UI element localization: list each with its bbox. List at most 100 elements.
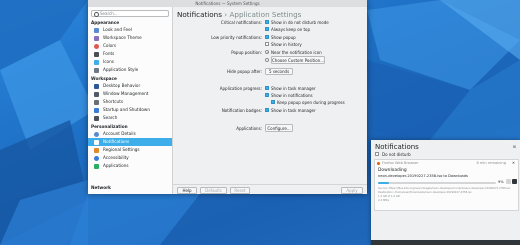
configure-applications-button[interactable]: Configure... [265, 124, 293, 132]
notifications-panel-title: Notifications [375, 143, 419, 151]
sidebar-item-fonts[interactable]: Fonts [88, 50, 172, 58]
sidebar-item-desktop-behavior[interactable]: Desktop Behavior [88, 82, 172, 90]
choose-custom-position-button[interactable]: Choose Custom Position... [271, 56, 325, 64]
window-titlebar[interactable]: Notifications — System Settings [88, 0, 367, 7]
reset-label: Reset [234, 188, 246, 193]
sidebar-item-window-management[interactable]: Window Management [88, 90, 172, 98]
desktop-behavior-icon [94, 83, 99, 89]
window-management-icon [94, 91, 99, 97]
download-progress-fill [378, 182, 389, 184]
custom-position-button-label: Choose Custom Position... [272, 58, 325, 63]
pin-icon[interactable]: ⊞ [513, 144, 516, 149]
icons-icon [94, 59, 99, 65]
application-style-icon [94, 67, 99, 73]
applications-label: Applications: [236, 126, 262, 131]
sidebar-item-shortcuts[interactable]: Shortcuts [88, 98, 172, 106]
sidebar-item-regional-settings[interactable]: Regional Settings [88, 146, 172, 154]
sidebar-item-applications[interactable]: Applications [88, 162, 172, 170]
hide-popup-spinbox[interactable]: 5 seconds [265, 68, 293, 75]
download-notification: Firefox Web Browser 6 min remaining ✕ Do… [374, 159, 519, 211]
always-on-top-checkbox[interactable] [265, 27, 269, 31]
badges-taskmanager-option: Show in task manager [271, 108, 316, 113]
popup-position-label: Popup position: [231, 50, 262, 55]
notification-detail-source: Source: https://files.kde.org/neon/image… [378, 187, 511, 190]
firefox-icon [377, 162, 380, 165]
show-in-history-checkbox[interactable] [265, 42, 269, 46]
notifications-panel: Notifications ⊞ Do not disturb Firefox W… [371, 140, 520, 245]
regional-settings-icon [94, 147, 99, 153]
fonts-icon [94, 51, 99, 57]
sidebar-item-colors[interactable]: Colors [88, 42, 172, 50]
workspace-theme-icon [94, 35, 99, 41]
progress-taskmanager-checkbox[interactable] [265, 86, 269, 90]
sidebar-item-workspace-theme[interactable]: Workspace Theme [88, 34, 172, 42]
notifications-icon [94, 139, 99, 145]
search-icon [94, 12, 99, 17]
low-priority-label: Low priority notifications: [211, 35, 262, 40]
sidebar-item-icons[interactable]: Icons [88, 58, 172, 66]
help-button[interactable]: Help [177, 187, 197, 194]
sidebar-item-accessibility[interactable]: Accessibility [88, 154, 172, 162]
colors-icon [94, 43, 99, 49]
system-tray [371, 240, 520, 245]
defaults-label: Defaults [205, 188, 222, 193]
dnd-checkbox[interactable] [375, 152, 379, 156]
shortcuts-icon [94, 99, 99, 105]
defaults-button[interactable]: Defaults [200, 187, 227, 194]
configure-button-label: Configure... [267, 126, 291, 131]
show-popup-option: Show popup [271, 35, 296, 40]
sidebar-item-look-and-feel[interactable]: Look and Feel [88, 26, 172, 34]
apply-label: Apply [346, 188, 358, 193]
window-title: Notifications — System Settings [195, 1, 260, 6]
sidebar-item-notifications[interactable]: Notifications [88, 138, 172, 146]
progress-taskmanager-option: Show in task manager [271, 86, 316, 91]
show-popup-checkbox[interactable] [265, 35, 269, 39]
search-placeholder: Search... [100, 11, 118, 16]
system-settings-window: Notifications — System Settings Search..… [88, 0, 367, 194]
badges-label: Notification badges: [221, 108, 262, 113]
keep-popup-open-option: Keep popup open during progress [277, 100, 345, 105]
reset-button[interactable]: Reset [230, 187, 250, 194]
notification-detail-destination: Destination: /home/user/Downloads/neon-d… [378, 191, 472, 194]
sidebar-item-startup-shutdown[interactable]: Startup and Shutdown [88, 106, 172, 114]
sidebar-search-input[interactable]: Search... [91, 10, 169, 17]
settings-sidebar: Search... Appearance Look and Feel Works… [88, 7, 173, 194]
hide-popup-label: Hide popup after: [226, 69, 262, 74]
near-icon-radio[interactable] [265, 50, 269, 54]
cancel-download-button[interactable] [512, 179, 517, 184]
critical-notifications-label: Critical notifications: [220, 20, 262, 25]
notification-time: 6 min remaining [476, 161, 507, 165]
accessibility-icon [94, 155, 99, 161]
custom-position-radio[interactable] [265, 58, 269, 62]
notification-detail-speed: 2.4 MB/s [378, 199, 390, 202]
category-workspace: Workspace [91, 76, 117, 81]
keep-popup-open-checkbox[interactable] [271, 100, 275, 104]
always-on-top-option: Always keep on top [271, 27, 311, 32]
show-in-history-option: Show in history [271, 42, 302, 47]
near-icon-option: Near the notification icon [271, 50, 322, 55]
pause-button[interactable] [506, 179, 511, 184]
category-appearance: Appearance [91, 20, 120, 25]
progress-notifications-option: Show in notifications [271, 93, 313, 98]
sidebar-item-account-details[interactable]: Account Details [88, 130, 172, 138]
page-title-main: Notifications [177, 10, 222, 19]
startup-shutdown-icon [94, 107, 99, 113]
help-label: Help [182, 188, 192, 193]
badges-taskmanager-checkbox[interactable] [265, 108, 269, 112]
category-personalization: Personalization [91, 124, 128, 129]
notification-close-icon[interactable]: ✕ [512, 161, 515, 165]
notification-heading: Downloading [378, 168, 407, 173]
settings-footer: Help Defaults Reset Apply [173, 184, 367, 194]
apply-button[interactable]: Apply [341, 187, 363, 194]
dnd-label: Do not disturb [382, 152, 411, 157]
sidebar-item-search[interactable]: Search [88, 114, 172, 122]
settings-main-panel: Notifications › Application Settings Cri… [173, 7, 367, 194]
show-in-dnd-option: Show in do not disturb mode [271, 20, 329, 25]
progress-notifications-checkbox[interactable] [265, 93, 269, 97]
sidebar-item-application-style[interactable]: Application Style [88, 66, 172, 74]
search-settings-icon [94, 115, 99, 121]
notification-app-name: Firefox Web Browser [382, 161, 419, 165]
category-network: Network [91, 185, 111, 190]
account-details-icon [94, 131, 99, 137]
show-in-dnd-checkbox[interactable] [265, 20, 269, 24]
